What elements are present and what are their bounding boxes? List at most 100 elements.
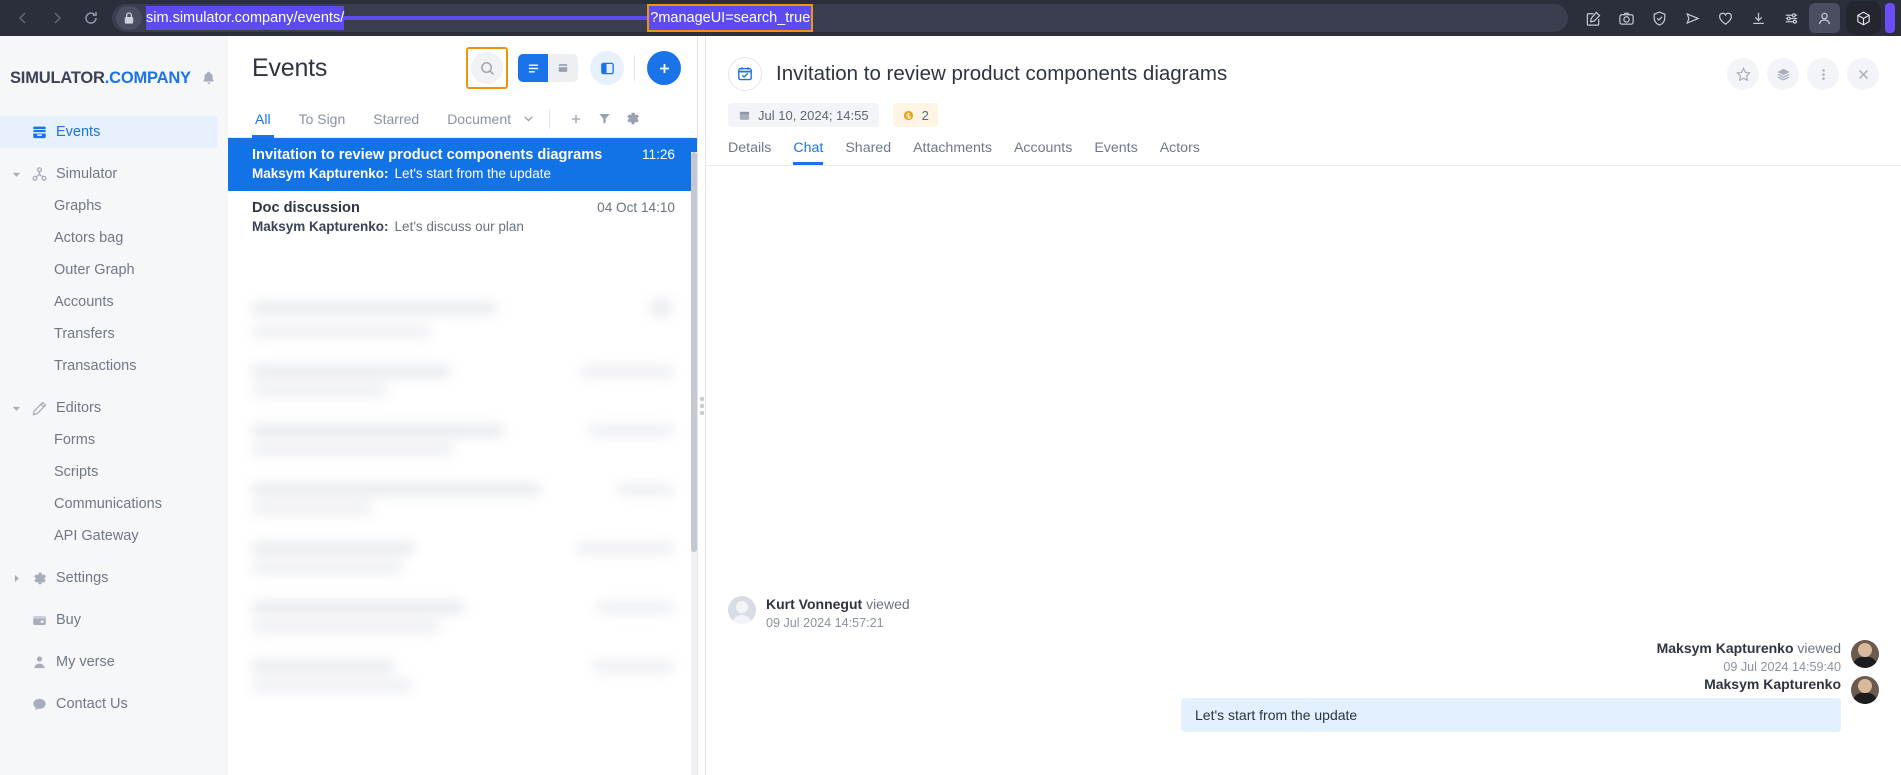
url-middle-selected <box>344 16 650 20</box>
download-icon[interactable] <box>1743 3 1774 33</box>
filter-tab-all[interactable]: All <box>252 100 274 138</box>
list-item[interactable] <box>228 470 695 529</box>
sidebar-item-accounts[interactable]: Accounts <box>0 286 228 318</box>
list-item[interactable]: Doc discussion 04 Oct 14:10 Maksym Kapture… <box>228 191 697 244</box>
sliders-icon[interactable] <box>1776 3 1807 33</box>
sidebar-item-events[interactable]: Events <box>0 116 218 148</box>
sidebar-item-scripts[interactable]: Scripts <box>0 456 228 488</box>
sidebar-item-actors-bag[interactable]: Actors bag <box>0 222 228 254</box>
list-item[interactable] <box>228 647 695 706</box>
sidebar-item-contact-us[interactable]: Contact Us <box>0 688 228 720</box>
sidebar-item-api-gateway[interactable]: API Gateway <box>0 520 228 552</box>
add-event-button[interactable] <box>647 51 681 85</box>
sidebar-item-label: Transactions <box>54 358 137 374</box>
list-item[interactable] <box>228 588 695 647</box>
chat-icon <box>24 696 54 713</box>
sidebar-item-buy[interactable]: Buy <box>0 604 228 636</box>
list-item-time: 04 Oct 14:10 <box>597 200 675 215</box>
sidebar-item-settings[interactable]: Settings <box>0 562 228 594</box>
tab-chat[interactable]: Chat <box>793 140 823 165</box>
shield-check-icon[interactable] <box>1644 3 1675 33</box>
edit-note-icon[interactable] <box>1578 3 1609 33</box>
more-vertical-icon[interactable] <box>1807 58 1839 90</box>
url-text[interactable]: sim.simulator.company/events/ ?manageUI=s… <box>146 4 1562 32</box>
send-icon[interactable] <box>1677 3 1708 33</box>
chat-message-bubble[interactable]: Let's start from the update <box>1181 698 1841 732</box>
sidebar-item-graphs[interactable]: Graphs <box>0 190 228 222</box>
nav-gap <box>0 678 228 688</box>
sidebar-item-label: Events <box>56 124 101 140</box>
chat-message-row: Maksym Kapturenko Let's start from the u… <box>728 676 1879 732</box>
split-panel-icon[interactable] <box>590 51 624 85</box>
card-view-icon[interactable] <box>548 54 578 82</box>
list-item-preview: Let's start from the update <box>394 166 551 181</box>
sidebar-item-communications[interactable]: Communications <box>0 488 228 520</box>
close-icon[interactable] <box>1847 58 1879 90</box>
filter-tab-starred[interactable]: Starred <box>370 100 422 138</box>
cube-icon[interactable] <box>1848 3 1879 33</box>
star-icon[interactable] <box>1727 58 1759 90</box>
bell-icon[interactable] <box>201 70 217 86</box>
add-filter-icon[interactable] <box>562 104 590 134</box>
chat-author: Maksym Kapturenko viewed <box>1657 640 1841 656</box>
sidebar-nav-list: Events Simulator Graphs Actors bag Outer Gra… <box>0 116 228 720</box>
sidebar-item-transactions[interactable]: Transactions <box>0 350 228 382</box>
event-detail-tabs: Details Chat Shared Attachments Accounts Even… <box>706 128 1901 166</box>
list-item[interactable]: Invitation to review product components … <box>228 138 697 191</box>
list-item-time: 11:26 <box>641 147 675 162</box>
chat-message-area[interactable]: Kurt Vonnegut viewed 09 Jul 2024 14:57:2… <box>706 166 1901 775</box>
filter-tab-to-sign[interactable]: To Sign <box>296 100 349 138</box>
address-bar[interactable]: sim.simulator.company/events/ ?manageUI=s… <box>112 4 1568 32</box>
tab-shared[interactable]: Shared <box>845 140 891 165</box>
list-item[interactable] <box>228 411 695 470</box>
chevron-right-icon[interactable] <box>8 574 24 583</box>
event-coin-count: 2 <box>921 107 929 123</box>
sidebar-item-simulator[interactable]: Simulator <box>0 158 228 190</box>
sidebar-item-my-verse[interactable]: My verse <box>0 646 228 678</box>
settings-gear-icon[interactable] <box>618 104 646 134</box>
chat-author-name: Kurt Vonnegut <box>766 596 863 612</box>
reload-button[interactable] <box>74 3 108 33</box>
tab-details[interactable]: Details <box>728 140 771 165</box>
search-button-highlight <box>466 47 508 89</box>
events-list-panel: Events All To Sign Starred Document Invi… <box>228 36 698 775</box>
screenshot-camera-icon[interactable] <box>1611 3 1642 33</box>
list-item-author: Maksym Kapturenko: <box>252 166 389 181</box>
list-item[interactable] <box>228 352 695 411</box>
tab-accounts[interactable]: Accounts <box>1014 140 1072 165</box>
chevron-down-icon[interactable] <box>8 170 24 179</box>
filter-funnel-icon[interactable] <box>590 104 618 134</box>
list-scrollbar-thumb[interactable] <box>691 152 697 552</box>
heart-icon[interactable] <box>1710 3 1741 33</box>
sidebar-item-outer-graph[interactable]: Outer Graph <box>0 254 228 286</box>
list-view-icon[interactable] <box>518 54 548 82</box>
nav-gap <box>0 594 228 604</box>
tab-actors[interactable]: Actors <box>1160 140 1200 165</box>
list-item[interactable] <box>228 529 695 588</box>
extensions-group <box>1846 1 1881 35</box>
header-divider <box>634 55 635 81</box>
calendar-check-icon <box>728 57 762 91</box>
network-icon <box>24 166 54 183</box>
sidebar-item-forms[interactable]: Forms <box>0 424 228 456</box>
tab-attachments[interactable]: Attachments <box>913 140 992 165</box>
chevron-down-icon[interactable] <box>8 404 24 413</box>
sidebar-item-transfers[interactable]: Transfers <box>0 318 228 350</box>
list-item-author: Maksym Kapturenko: <box>252 219 389 234</box>
panel-splitter[interactable] <box>698 36 706 775</box>
brand-primary: SIMULATOR <box>10 68 105 87</box>
layers-icon[interactable] <box>1767 58 1799 90</box>
list-item[interactable] <box>228 284 695 352</box>
sidebar-item-editors[interactable]: Editors <box>0 392 228 424</box>
nav-gap <box>0 148 228 158</box>
filter-tab-document[interactable]: Document <box>444 100 535 138</box>
profile-icon[interactable] <box>1809 3 1840 33</box>
back-button[interactable] <box>6 3 40 33</box>
forward-button[interactable] <box>40 3 74 33</box>
search-icon[interactable] <box>471 52 503 84</box>
chevron-down-icon[interactable] <box>522 112 535 125</box>
tab-events[interactable]: Events <box>1094 140 1137 165</box>
event-detail-header: Invitation to review product components … <box>706 36 1901 94</box>
app-logo[interactable]: SIMULATOR.COMPANY <box>10 69 191 88</box>
avatar <box>728 596 756 624</box>
